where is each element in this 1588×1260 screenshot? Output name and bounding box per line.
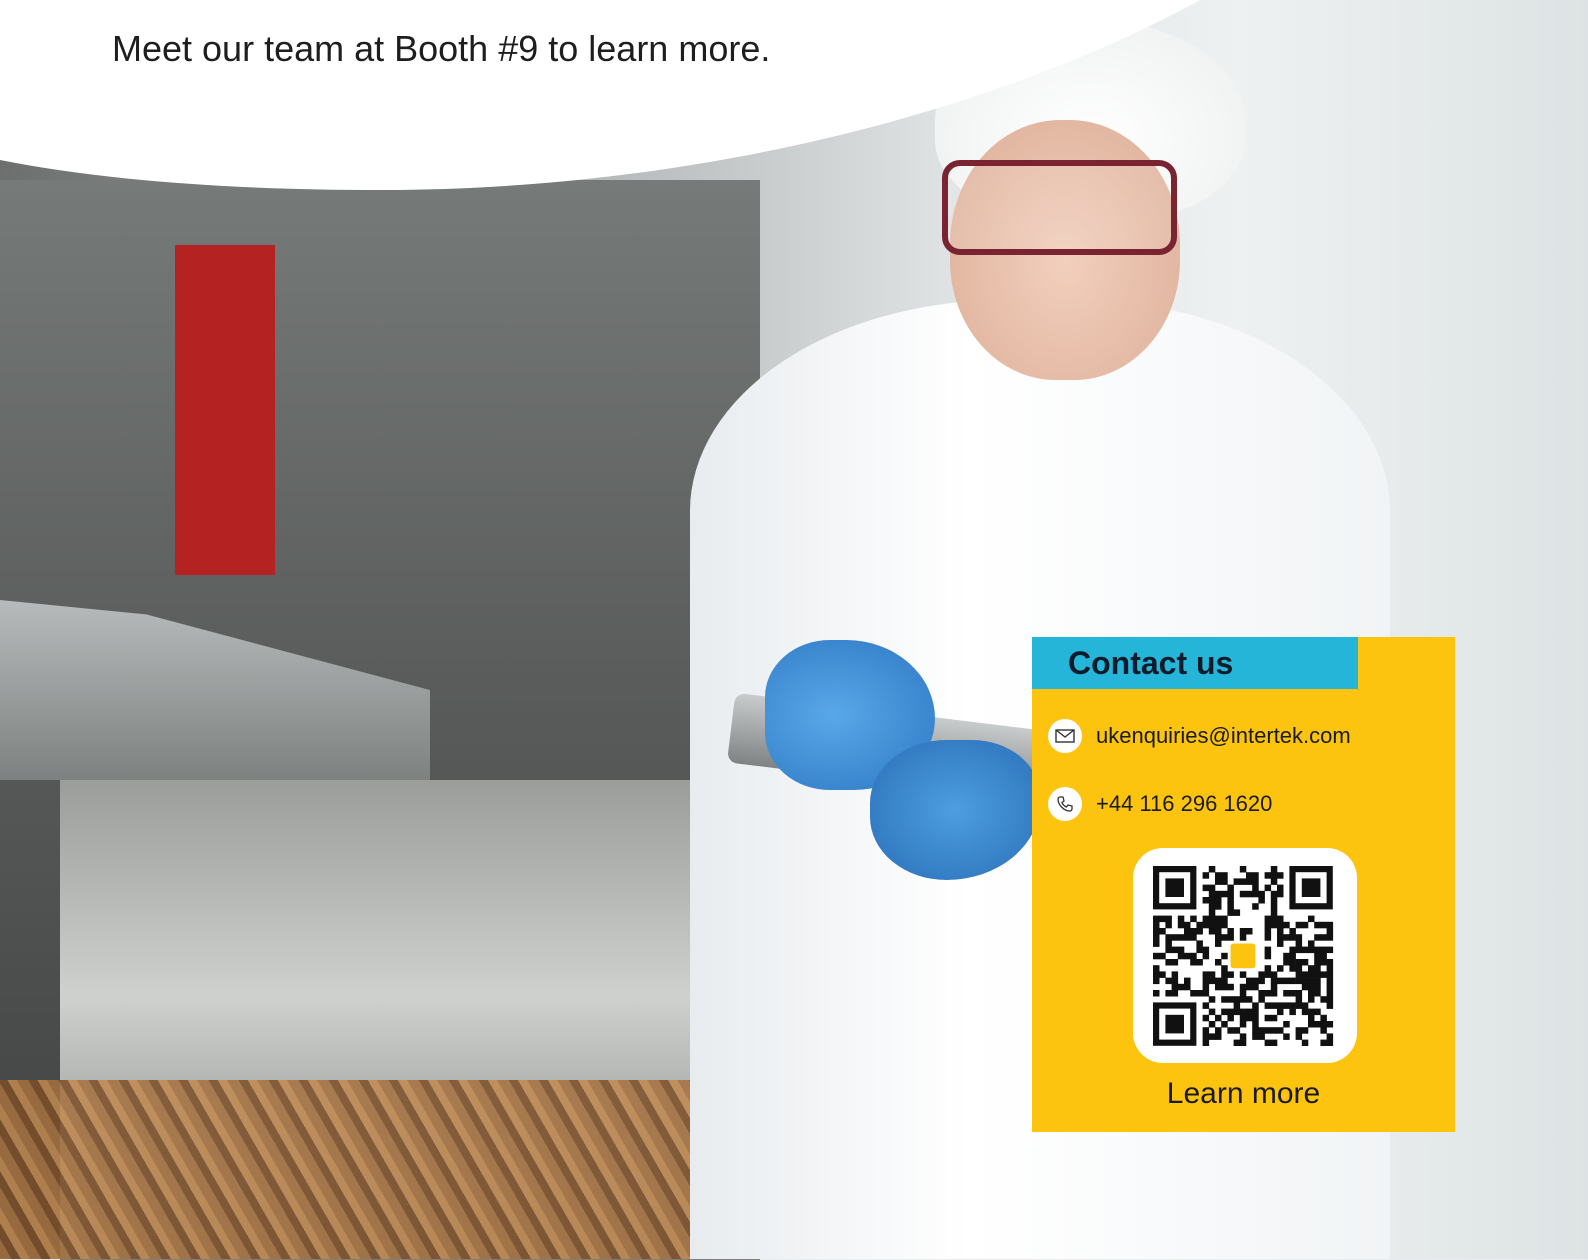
snack-pile — [0, 1080, 700, 1259]
envelope-icon — [1048, 719, 1082, 753]
learn-more-link[interactable]: Learn more — [1032, 1077, 1455, 1111]
qr-code[interactable] — [1153, 866, 1337, 1046]
contact-card: Contact us ukenquiries@intertek.com +44 … — [1032, 637, 1455, 1132]
contact-title-tab: Contact us — [1032, 637, 1358, 689]
contact-title: Contact us — [1068, 645, 1234, 681]
email-row[interactable]: ukenquiries@intertek.com — [1048, 719, 1351, 753]
email-address[interactable]: ukenquiries@intertek.com — [1096, 723, 1351, 749]
qr-code-card[interactable] — [1133, 848, 1357, 1063]
headline: Meet our team at Booth #9 to learn more. — [112, 28, 771, 69]
phone-row[interactable]: +44 116 296 1620 — [1048, 787, 1272, 821]
phone-icon — [1048, 787, 1082, 821]
phone-number[interactable]: +44 116 296 1620 — [1096, 791, 1272, 817]
red-panel — [175, 245, 275, 575]
